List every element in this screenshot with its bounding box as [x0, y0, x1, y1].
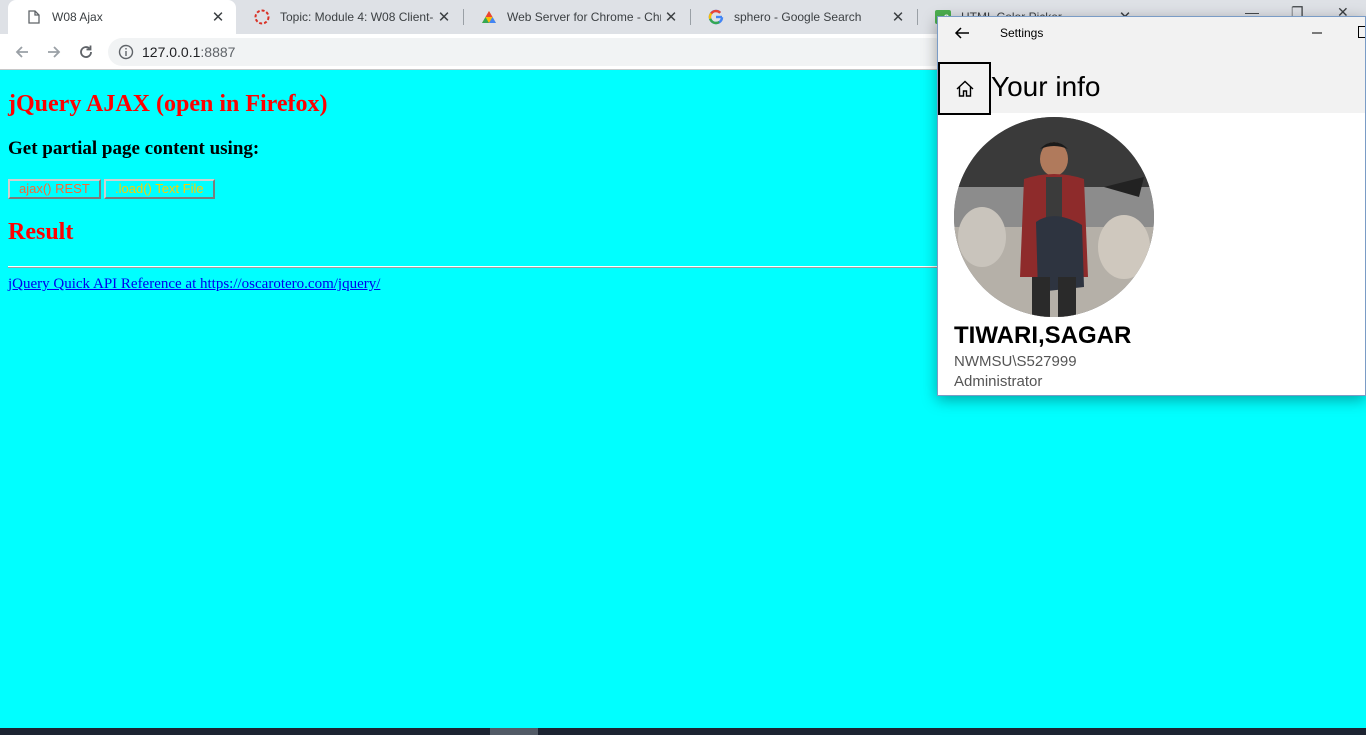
profile-photo: [954, 117, 1154, 317]
tab-title: Web Server for Chrome - Chro: [507, 10, 661, 24]
back-arrow-icon[interactable]: [952, 23, 972, 43]
address-host: 127.0.0.1: [142, 44, 201, 60]
forward-button[interactable]: [42, 40, 66, 64]
address-bar[interactable]: 127.0.0.1:8887: [108, 38, 948, 66]
maximize-icon[interactable]: [1358, 26, 1365, 38]
settings-window: Settings Your info TIWARI,SAGAR NWMSU\S5…: [937, 16, 1366, 396]
user-account: NWMSU\S527999: [954, 353, 1077, 370]
back-button[interactable]: [10, 40, 34, 64]
load-text-file-button[interactable]: .load() Text File: [104, 179, 215, 199]
user-role: Administrator: [954, 373, 1043, 390]
page-title: jQuery AJAX (open in Firefox): [8, 91, 328, 117]
user-name: TIWARI,SAGAR: [954, 322, 1132, 349]
ajax-rest-button[interactable]: ajax() REST: [8, 179, 101, 199]
tab-web-server[interactable]: Web Server for Chrome - Chro ✕: [463, 0, 689, 34]
google-icon: [708, 9, 724, 25]
forward-arrow-icon: [48, 46, 61, 58]
close-icon[interactable]: ✕: [208, 8, 228, 26]
address-port: :8887: [200, 44, 236, 60]
settings-title-bar: Settings: [938, 17, 1365, 49]
close-icon[interactable]: ✕: [434, 8, 454, 26]
tab-google-search[interactable]: sphero - Google Search ✕: [690, 0, 916, 34]
settings-page-heading: Your info: [991, 71, 1101, 102]
avatar: [954, 117, 1154, 317]
taskbar-active-app[interactable]: [490, 728, 538, 735]
page-subheading: Get partial page content using:: [8, 138, 260, 159]
info-icon[interactable]: [118, 44, 134, 60]
tab-title: W08 Ajax: [52, 10, 103, 24]
tab-w08-ajax[interactable]: W08 Ajax ✕: [8, 0, 236, 34]
tab-module4-topic[interactable]: Topic: Module 4: W08 Client-si ✕: [236, 0, 462, 34]
jquery-reference-link[interactable]: jQuery Quick API Reference at https://os…: [8, 276, 380, 293]
tab-title: sphero - Google Search: [734, 10, 862, 24]
home-icon: [956, 80, 973, 97]
minimize-icon[interactable]: [1310, 23, 1324, 43]
close-icon[interactable]: ✕: [661, 8, 681, 26]
settings-title: Settings: [1000, 26, 1044, 40]
result-heading: Result: [8, 219, 74, 245]
page-icon: [26, 9, 42, 25]
forum-icon: [254, 9, 270, 25]
taskbar: [0, 728, 1366, 735]
back-arrow-icon: [15, 46, 28, 58]
chrome-app-icon: [481, 9, 497, 25]
reload-button[interactable]: [74, 40, 98, 64]
tab-title: Topic: Module 4: W08 Client-si: [280, 10, 434, 24]
reload-icon: [80, 45, 92, 58]
close-icon[interactable]: ✕: [888, 8, 908, 26]
home-button[interactable]: [938, 62, 991, 115]
